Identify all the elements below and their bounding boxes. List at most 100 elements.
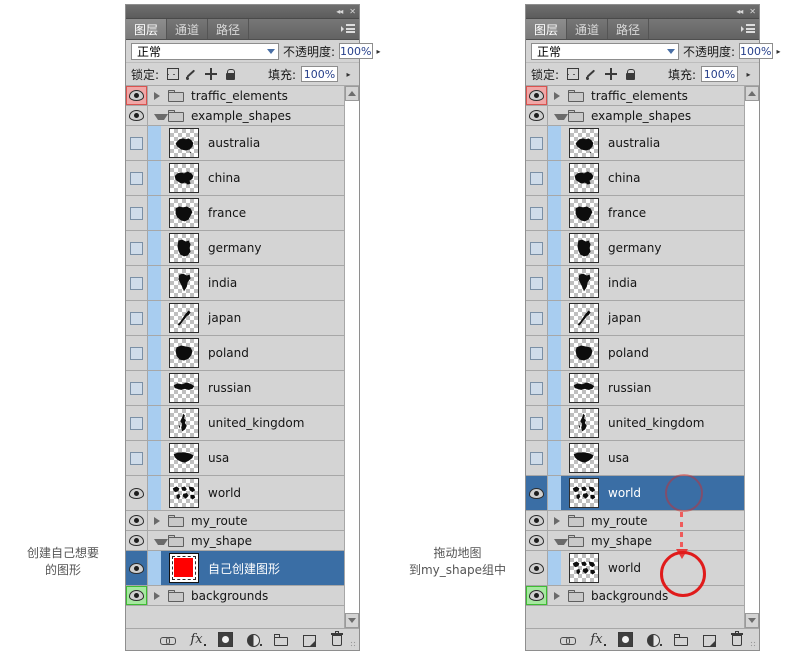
layer-visibility-toggle[interactable] — [526, 301, 548, 335]
layer-group-row[interactable]: backgrounds — [126, 586, 344, 606]
layer-row[interactable]: united_kingdom — [126, 406, 344, 441]
layer-row[interactable]: france — [526, 196, 744, 231]
lock-position-icon[interactable] — [605, 68, 618, 80]
layer-row[interactable]: france — [126, 196, 344, 231]
chevron-right-icon[interactable] — [554, 91, 568, 100]
layer-visibility-toggle[interactable] — [126, 266, 148, 300]
opacity-input[interactable]: 100% — [739, 43, 773, 59]
resize-grip-icon[interactable] — [350, 641, 357, 648]
fill-stepper[interactable]: ▸ — [343, 66, 354, 82]
layer-group-row[interactable]: my_shape — [126, 531, 344, 551]
blend-mode-select[interactable]: 正常 — [131, 42, 279, 60]
layer-row[interactable]: germany — [526, 231, 744, 266]
chevron-right-icon[interactable] — [554, 591, 568, 600]
layer-visibility-toggle[interactable] — [126, 86, 148, 105]
layer-visibility-toggle[interactable] — [126, 441, 148, 475]
lock-image-pixels-icon[interactable] — [586, 68, 598, 80]
chevron-right-icon[interactable] — [554, 516, 568, 525]
layer-row[interactable]: world — [526, 551, 744, 586]
layer-visibility-toggle[interactable] — [526, 231, 548, 265]
layer-style-fx-icon[interactable]: fx — [189, 632, 206, 647]
lock-image-pixels-icon[interactable] — [186, 68, 198, 80]
tab-channels[interactable]: 通道 — [167, 19, 209, 39]
adjustment-layer-icon[interactable] — [647, 633, 662, 647]
fill-stepper[interactable]: ▸ — [743, 66, 754, 82]
layer-visibility-toggle[interactable] — [126, 476, 148, 510]
lock-position-icon[interactable] — [205, 68, 218, 80]
chevron-right-icon[interactable] — [154, 591, 168, 600]
layer-group-row[interactable]: example_shapes — [126, 106, 344, 126]
link-layers-icon[interactable] — [160, 632, 176, 647]
layer-visibility-toggle[interactable] — [126, 196, 148, 230]
layer-visibility-toggle[interactable] — [526, 531, 548, 550]
collapse-icon[interactable]: ◂◂ — [336, 7, 343, 16]
layer-visibility-toggle[interactable] — [126, 531, 148, 550]
layer-group-row[interactable]: traffic_elements — [126, 86, 344, 106]
tab-channels[interactable]: 通道 — [567, 19, 609, 39]
layer-row[interactable]: china — [126, 161, 344, 196]
layer-list-scrollbar-left[interactable] — [344, 86, 359, 628]
chevron-down-icon[interactable] — [554, 114, 568, 120]
layer-row[interactable]: usa — [126, 441, 344, 476]
layer-visibility-toggle[interactable] — [126, 301, 148, 335]
chevron-down-icon[interactable] — [154, 539, 168, 545]
scroll-up-icon[interactable] — [745, 86, 759, 101]
layer-row[interactable]: china — [526, 161, 744, 196]
layer-row[interactable]: india — [126, 266, 344, 301]
lock-transparent-pixels-icon[interactable] — [167, 68, 180, 80]
layer-visibility-toggle[interactable] — [526, 161, 548, 195]
layer-visibility-toggle[interactable] — [126, 511, 148, 530]
layer-row[interactable]: japan — [526, 301, 744, 336]
layer-row[interactable]: russian — [526, 371, 744, 406]
layer-visibility-toggle[interactable] — [526, 106, 548, 125]
add-layer-mask-icon[interactable] — [218, 632, 233, 647]
opacity-stepper[interactable]: ▸ — [377, 43, 381, 59]
lock-all-icon[interactable] — [624, 68, 636, 80]
layer-row[interactable]: usa — [526, 441, 744, 476]
tab-layers[interactable]: 图层 — [526, 19, 568, 39]
collapse-icon[interactable]: ◂◂ — [736, 7, 743, 16]
layer-visibility-toggle[interactable] — [526, 586, 548, 605]
layer-visibility-toggle[interactable] — [126, 336, 148, 370]
chevron-down-icon[interactable] — [154, 114, 168, 120]
layer-row[interactable]: india — [526, 266, 744, 301]
opacity-stepper[interactable]: ▸ — [777, 43, 781, 59]
layer-row[interactable]: germany — [126, 231, 344, 266]
lock-all-icon[interactable] — [224, 68, 236, 80]
layer-row[interactable]: australia — [126, 126, 344, 161]
layer-visibility-toggle[interactable] — [526, 336, 548, 370]
panel-menu-icon[interactable] — [741, 24, 755, 35]
layer-visibility-toggle[interactable] — [126, 161, 148, 195]
chevron-down-icon[interactable] — [554, 539, 568, 545]
tab-paths[interactable]: 路径 — [208, 19, 250, 39]
scroll-down-icon[interactable] — [345, 613, 359, 628]
tab-paths[interactable]: 路径 — [608, 19, 650, 39]
layer-visibility-toggle[interactable] — [126, 106, 148, 125]
chevron-right-icon[interactable] — [154, 91, 168, 100]
layer-visibility-toggle[interactable] — [126, 371, 148, 405]
layer-visibility-toggle[interactable] — [526, 551, 548, 585]
layer-list-right[interactable]: traffic_elements example_shapes australia c… — [526, 86, 744, 628]
layer-group-row[interactable]: example_shapes — [526, 106, 744, 126]
layer-group-row[interactable]: traffic_elements — [526, 86, 744, 106]
layer-visibility-toggle[interactable] — [126, 231, 148, 265]
add-layer-mask-icon[interactable] — [618, 632, 633, 647]
layer-row[interactable]: russian — [126, 371, 344, 406]
layer-visibility-toggle[interactable] — [526, 196, 548, 230]
layer-row[interactable]: japan — [126, 301, 344, 336]
scroll-down-icon[interactable] — [745, 613, 759, 628]
new-group-icon[interactable] — [274, 632, 289, 647]
layer-visibility-toggle[interactable] — [526, 406, 548, 440]
layer-row[interactable]: united_kingdom — [526, 406, 744, 441]
panel-menu-icon[interactable] — [341, 24, 355, 35]
close-icon[interactable]: ✕ — [349, 7, 356, 16]
delete-layer-icon[interactable] — [730, 631, 745, 647]
layer-row[interactable]: poland — [126, 336, 344, 371]
blend-mode-select[interactable]: 正常 — [531, 42, 679, 60]
layer-group-row[interactable]: my_route — [526, 511, 744, 531]
scroll-up-icon[interactable] — [345, 86, 359, 101]
adjustment-layer-icon[interactable] — [247, 633, 262, 647]
layer-visibility-toggle[interactable] — [526, 126, 548, 160]
fill-input[interactable]: 100% — [301, 66, 338, 82]
layer-visibility-toggle[interactable] — [526, 266, 548, 300]
